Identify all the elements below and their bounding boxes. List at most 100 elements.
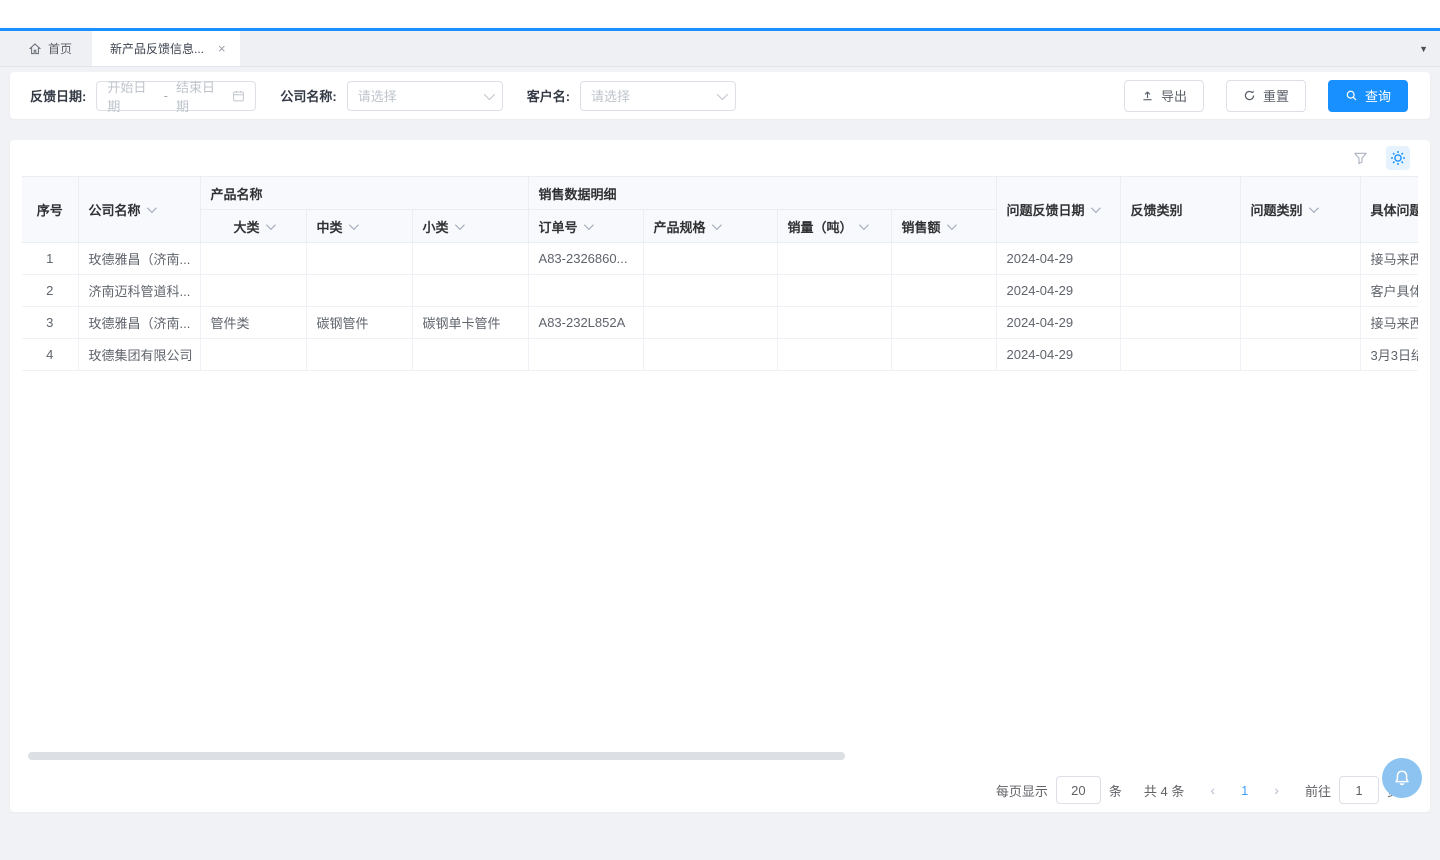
- cell-spec: [643, 339, 777, 371]
- col-header-feedback-type: 反馈类别: [1120, 177, 1240, 243]
- cell-company: 玫德雅昌（济南...: [78, 307, 200, 339]
- tab-home-label: 首页: [48, 40, 72, 57]
- cell-order-no: [528, 339, 643, 371]
- cell-category-big: 管件类: [200, 307, 306, 339]
- table-scroll-area[interactable]: 序号 公司名称 产品名称 销售数据明细 问题反馈日期 反馈类别 问题类别 具体问…: [22, 176, 1418, 371]
- cell-volume: [777, 275, 891, 307]
- col-header-detail: 具体问题: [1360, 177, 1418, 243]
- company-select[interactable]: 请选择: [347, 81, 503, 111]
- sort-chevron-icon: [348, 220, 358, 230]
- cell-problem-type: [1240, 275, 1360, 307]
- cell-problem-type: [1240, 307, 1360, 339]
- cell-amount: [891, 339, 996, 371]
- cell-volume: [777, 307, 891, 339]
- cell-problem-type: [1240, 243, 1360, 275]
- reset-button[interactable]: 重置: [1226, 80, 1306, 112]
- cell-feedback-type: [1120, 243, 1240, 275]
- pagination-bar: 每页显示 条 共 4 条 ‹ 1 › 前往 页: [22, 768, 1418, 812]
- cell-volume: [777, 243, 891, 275]
- col-group-sales: 销售数据明细: [528, 177, 996, 210]
- col-header-spec[interactable]: 产品规格: [643, 210, 777, 243]
- table-body: 1 玫德雅昌（济南... A83-2326860... 2024-04-29 接…: [22, 243, 1418, 371]
- prev-page-button[interactable]: ‹: [1202, 782, 1223, 798]
- col-header-problem-type[interactable]: 问题类别: [1240, 177, 1360, 243]
- cell-category-small: [412, 243, 528, 275]
- export-button[interactable]: 导出: [1124, 80, 1204, 112]
- cell-company: 玫德雅昌（济南...: [78, 243, 200, 275]
- col-header-order-no[interactable]: 订单号: [528, 210, 643, 243]
- upload-icon: [1141, 89, 1154, 102]
- cell-problem-type: [1240, 339, 1360, 371]
- home-icon: [28, 42, 42, 56]
- cell-company: 济南迈科管道科...: [78, 275, 200, 307]
- goto-label: 前往: [1305, 781, 1331, 800]
- col-group-product: 产品名称: [200, 177, 528, 210]
- cell-feedback-date: 2024-04-29: [996, 275, 1120, 307]
- cell-seq: 3: [22, 307, 78, 339]
- goto-page-input[interactable]: [1339, 776, 1379, 804]
- customer-select-placeholder: 请选择: [591, 86, 630, 105]
- browser-strip: [0, 0, 1440, 28]
- cell-volume: [777, 339, 891, 371]
- tab-close-icon[interactable]: ×: [218, 42, 226, 55]
- cell-category-mid: [306, 243, 412, 275]
- col-header-volume[interactable]: 销量（吨）: [777, 210, 891, 243]
- cell-detail: 3月3日结: [1360, 339, 1418, 371]
- total-count: 共 4 条: [1144, 781, 1184, 800]
- cell-seq: 4: [22, 339, 78, 371]
- table-empty-area: [22, 371, 1418, 750]
- cell-spec: [643, 307, 777, 339]
- sort-chevron-icon: [265, 220, 275, 230]
- col-header-category-mid[interactable]: 中类: [306, 210, 412, 243]
- cell-seq: 1: [22, 243, 78, 275]
- calendar-icon: [232, 89, 245, 103]
- col-header-category-big[interactable]: 大类: [200, 210, 306, 243]
- table-row[interactable]: 3 玫德雅昌（济南... 管件类 碳钢管件 碳钢单卡管件 A83-232L852…: [22, 307, 1418, 339]
- search-icon: [1345, 89, 1358, 102]
- sort-chevron-icon: [859, 220, 869, 230]
- per-page-unit: 条: [1109, 781, 1122, 800]
- customer-select[interactable]: 请选择: [580, 81, 736, 111]
- current-page-number[interactable]: 1: [1231, 783, 1258, 798]
- col-header-amount[interactable]: 销售额: [891, 210, 996, 243]
- sort-chevron-icon: [947, 220, 957, 230]
- cell-feedback-date: 2024-04-29: [996, 307, 1120, 339]
- horizontal-scrollbar-thumb[interactable]: [28, 752, 845, 760]
- col-header-category-small[interactable]: 小类: [412, 210, 528, 243]
- cell-amount: [891, 307, 996, 339]
- tab-bar: 首页 新产品反馈信息... × ▼: [0, 31, 1440, 67]
- cell-category-small: [412, 339, 528, 371]
- reset-button-label: 重置: [1263, 86, 1289, 105]
- chevron-down-icon: [717, 88, 728, 99]
- col-header-company[interactable]: 公司名称: [78, 177, 200, 243]
- notification-fab[interactable]: [1382, 758, 1422, 798]
- table-row[interactable]: 2 济南迈科管道科... 2024-04-29 客户具体: [22, 275, 1418, 307]
- cell-detail: 客户具体: [1360, 275, 1418, 307]
- cell-amount: [891, 243, 996, 275]
- bell-icon: [1392, 768, 1412, 788]
- sort-chevron-icon: [712, 220, 722, 230]
- company-name-label: 公司名称:: [280, 86, 336, 105]
- cell-spec: [643, 243, 777, 275]
- query-button[interactable]: 查询: [1328, 80, 1408, 112]
- cell-order-no: A83-232L852A: [528, 307, 643, 339]
- date-start-placeholder: 开始日期: [107, 77, 155, 115]
- date-separator: -: [164, 88, 168, 103]
- tab-home[interactable]: 首页: [0, 31, 92, 66]
- cell-feedback-type: [1120, 339, 1240, 371]
- column-settings-button[interactable]: [1386, 146, 1410, 170]
- page-body: 反馈日期: 开始日期 - 结束日期 公司名称: 请选择 客户名: 请选择 导出 …: [0, 67, 1440, 860]
- cell-category-big: [200, 339, 306, 371]
- next-page-button[interactable]: ›: [1266, 782, 1287, 798]
- per-page-input[interactable]: [1056, 776, 1101, 804]
- table-row[interactable]: 4 玫德集团有限公司 2024-04-29 3月3日结: [22, 339, 1418, 371]
- table-row[interactable]: 1 玫德雅昌（济南... A83-2326860... 2024-04-29 接…: [22, 243, 1418, 275]
- filter-funnel-icon[interactable]: [1348, 146, 1372, 170]
- tab-list-caret-icon[interactable]: ▼: [1419, 31, 1428, 66]
- col-header-feedback-date[interactable]: 问题反馈日期: [996, 177, 1120, 243]
- tab-active[interactable]: 新产品反馈信息... ×: [92, 31, 240, 66]
- gear-icon: [1390, 150, 1406, 166]
- cell-spec: [643, 275, 777, 307]
- customer-name-label: 客户名:: [527, 86, 570, 105]
- feedback-date-range-input[interactable]: 开始日期 - 结束日期: [96, 81, 256, 111]
